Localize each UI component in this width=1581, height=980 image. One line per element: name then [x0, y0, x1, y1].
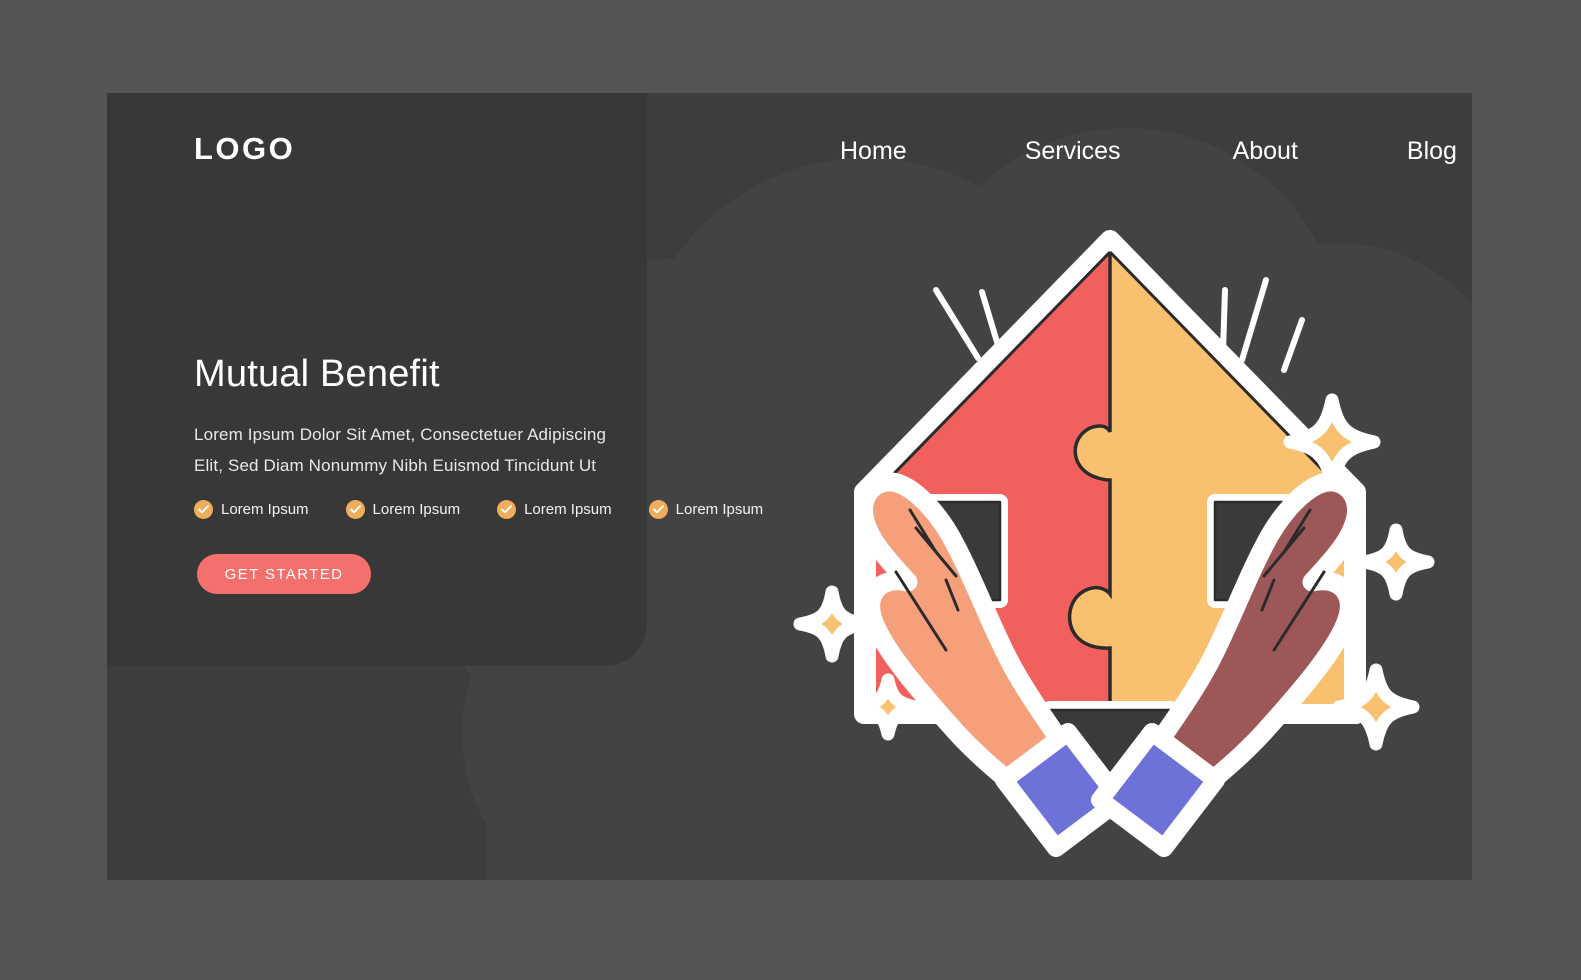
speed-lines-left [933, 287, 1003, 361]
hero-subcopy: Lorem Ipsum Dolor Sit Amet, Consectetuer… [194, 425, 607, 475]
feature-item[interactable]: Lorem Ipsum [345, 500, 461, 519]
feature-list: Lorem Ipsum Lorem Ipsum Lorem Ipsum Lore… [194, 500, 800, 519]
nav-item-blog[interactable]: Blog [1407, 136, 1457, 166]
get-started-button[interactable]: GET STARTED [197, 554, 371, 594]
check-circle-icon [194, 500, 213, 519]
nav-item-home[interactable]: Home [840, 136, 907, 166]
screenshot-root: LOGO Home Services About Blog Mutual Ben… [0, 0, 1581, 980]
nav-item-about[interactable]: About [1233, 136, 1298, 166]
feature-item[interactable]: Lorem Ipsum [497, 500, 612, 519]
nav-item-services[interactable]: Services [1025, 136, 1121, 166]
feature-label: Lorem Ipsum [221, 501, 309, 518]
feature-item[interactable]: Lorem Ipsum [648, 500, 764, 519]
sparkle-2 [1357, 523, 1435, 601]
check-circle-icon [497, 500, 517, 519]
feature-item[interactable]: Lorem Ipsum [194, 500, 309, 519]
check-circle-icon [345, 500, 365, 519]
feature-label: Lorem Ipsum [675, 501, 764, 518]
logo[interactable]: LOGO [194, 133, 295, 164]
feature-label: Lorem Ipsum [372, 501, 461, 518]
main-navigation: Home Services About Blog [840, 136, 1457, 166]
hero-illustration [760, 180, 1440, 880]
check-circle-icon [648, 500, 668, 519]
feature-label: Lorem Ipsum [524, 501, 612, 518]
page-title: Mutual Benefit [194, 353, 440, 395]
